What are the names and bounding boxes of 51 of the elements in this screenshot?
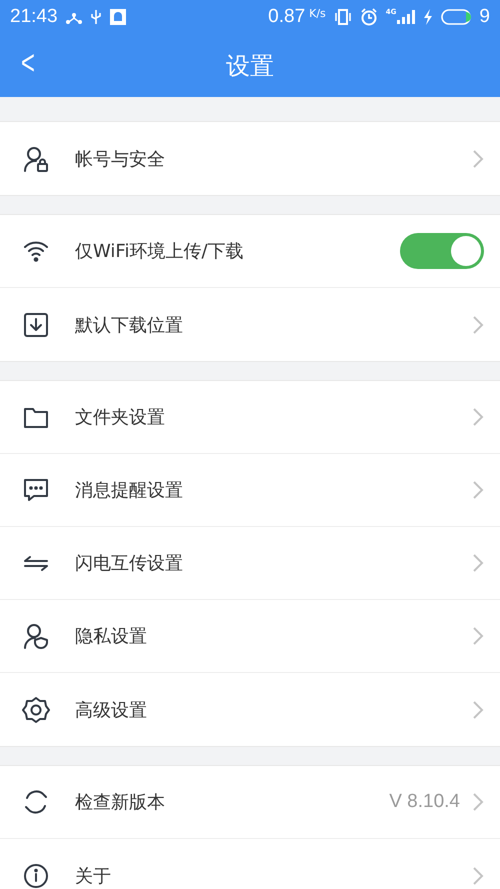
user-shield-icon	[22, 622, 50, 650]
row-label: 闪电互传设置	[75, 552, 183, 575]
signal-icon	[397, 10, 416, 24]
chevron-icon	[472, 314, 484, 334]
version-text: V 8.10.4	[389, 791, 460, 813]
chevron-icon	[472, 700, 484, 720]
row-label: 高级设置	[75, 698, 147, 722]
vibrate-icon	[334, 9, 352, 25]
alarm-icon	[360, 8, 378, 26]
settings-row[interactable]: 隐私设置	[0, 600, 500, 673]
download-icon	[22, 310, 50, 338]
settings-row[interactable]: 高级设置	[0, 673, 500, 746]
chevron-icon	[472, 407, 484, 427]
info-icon	[22, 862, 50, 889]
page-title: 设置	[226, 50, 274, 82]
speed-unit: K/s	[309, 7, 326, 20]
chevron-icon	[472, 480, 484, 500]
row-label: 关于	[75, 864, 111, 888]
message-icon	[22, 476, 50, 504]
chevron-icon	[472, 553, 484, 573]
chevron-icon	[472, 148, 484, 168]
user-lock-icon	[22, 144, 50, 172]
gear-icon	[22, 696, 50, 724]
settings-row[interactable]: 默认下载位置	[0, 288, 500, 361]
row-label: 帐号与安全	[75, 148, 165, 170]
toggle-switch[interactable]	[400, 233, 484, 269]
settings-row[interactable]: 消息提醒设置	[0, 454, 500, 527]
settings-row[interactable]: 闪电互传设置	[0, 527, 500, 600]
charging-icon	[423, 9, 434, 25]
row-label: 检查新版本	[75, 791, 165, 814]
network-speed: 0.87	[268, 6, 306, 28]
notification-icon	[110, 9, 126, 25]
row-label: 默认下载位置	[75, 314, 183, 336]
settings-row[interactable]: 检查新版本 V 8.10.4	[0, 766, 500, 839]
row-label: 隐私设置	[75, 625, 147, 648]
row-label: 消息提醒设置	[75, 479, 183, 502]
chevron-icon	[472, 866, 484, 886]
chevron-icon	[472, 626, 484, 646]
chevron-icon	[472, 792, 484, 812]
usb-icon	[90, 9, 102, 25]
settings-row[interactable]: 仅WiFi环境上传/下载	[0, 215, 500, 288]
settings-row[interactable]: 关于	[0, 839, 500, 889]
status-time: 21:43	[10, 6, 58, 28]
refresh-icon	[22, 788, 50, 816]
settings-row[interactable]: 文件夹设置	[0, 381, 500, 454]
settings-row[interactable]: 帐号与安全	[0, 122, 500, 195]
battery-icon	[441, 9, 472, 25]
network-icon	[66, 10, 82, 24]
row-label: 文件夹设置	[75, 406, 165, 429]
battery-level: 9	[479, 6, 490, 28]
row-label: 仅WiFi环境上传/下载	[75, 240, 244, 263]
